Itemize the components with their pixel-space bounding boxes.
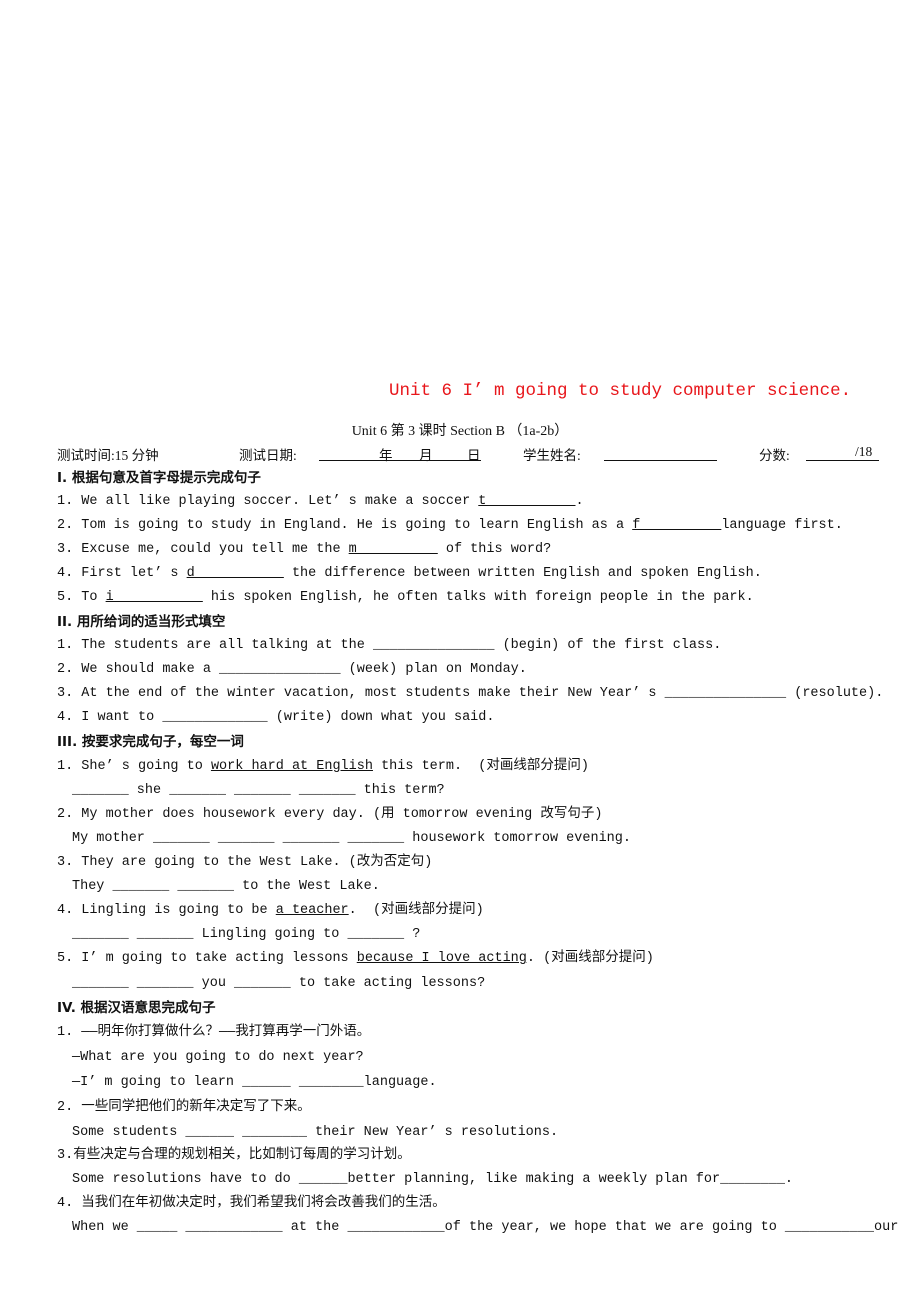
year-label: 年: [379, 448, 393, 463]
underlined-text: i: [105, 590, 203, 605]
underlined-text: because I love acting: [356, 951, 527, 966]
exercise-line: 4. I want to _____________ (write) down …: [57, 709, 494, 727]
line-text: 2. Tom is going to study in England. He …: [57, 518, 633, 533]
line-text: this term. (对画线部分提问): [372, 759, 589, 774]
line-text: —What are you going to do next year?: [72, 1050, 364, 1065]
line-text: 3. At the end of the winter vacation, mo…: [57, 686, 884, 701]
line-text: his spoken English, he often talks with …: [202, 590, 754, 605]
line-text: They _______ _______ to the West Lake.: [72, 879, 380, 894]
line-text: 4. 当我们在年初做决定时，我们希望我们将会改善我们的生活。: [57, 1196, 446, 1211]
test-date-label: 测试日期:: [239, 448, 297, 463]
line-text: . (对画线部分提问): [526, 951, 654, 966]
underlined-text: a teacher: [275, 903, 349, 918]
line-text: _______ _______ Lingling going to ______…: [72, 927, 421, 942]
line-text: My mother _______ _______ _______ ______…: [72, 831, 631, 846]
lesson-subtitle: Unit 6 第 3 课时 Section B （1a-2b）: [351, 424, 569, 439]
underlined-text: m: [348, 542, 438, 557]
exercise-line: 5. I’ m going to take acting lessons bec…: [57, 950, 654, 968]
line-text: 3.有些决定与合理的规划相关，比如制订每周的学习计划。: [57, 1148, 411, 1163]
exercise-line: 2. 一些同学把他们的新年决定写了下来。: [57, 1099, 311, 1117]
line-text: _______ she _______ _______ _______ this…: [72, 783, 445, 798]
line-text: When we _____ ____________ at the ______…: [72, 1220, 899, 1235]
exercise-line: 1. She’ s going to work hard at English …: [57, 758, 589, 776]
exercise-line: Some resolutions have to do ______better…: [72, 1171, 793, 1189]
line-text: Some students ______ ________ their New …: [72, 1125, 559, 1140]
exercise-line: When we _____ ____________ at the ______…: [72, 1219, 898, 1237]
day-label: 日: [467, 448, 481, 463]
exercise-line: 2. We should make a _______________ (wee…: [57, 661, 527, 679]
line-text: . (对画线部分提问): [348, 903, 484, 918]
exercise-line: _______ _______ Lingling going to ______…: [72, 926, 420, 944]
exercise-line: —What are you going to do next year?: [72, 1049, 364, 1067]
exercise-line: 1. ——明年你打算做什么？——我打算再学一门外语。: [57, 1024, 370, 1042]
section-heading: III. 按要求完成句子，每空一词: [57, 733, 244, 751]
line-text: Some resolutions have to do ______better…: [72, 1172, 794, 1187]
student-name-label: 学生姓名:: [523, 448, 581, 463]
line-text: 1. The students are all talking at the _…: [57, 638, 722, 653]
line-text: 3. Excuse me, could you tell me the: [57, 542, 349, 557]
exercise-line: _______ _______ you _______ to take acti…: [72, 975, 485, 993]
line-text: of this word?: [437, 542, 552, 557]
date-field[interactable]: [319, 444, 481, 465]
exercise-line: _______ she _______ _______ _______ this…: [72, 782, 445, 800]
line-text: II. 用所给词的适当形式填空: [57, 614, 226, 630]
line-text: —I’ m going to learn ______ ________lang…: [72, 1075, 437, 1090]
line-text: the difference between written English a…: [283, 566, 762, 581]
line-text: 5. To: [57, 590, 106, 605]
exercise-line: 2. My mother does housework every day. (…: [57, 806, 602, 824]
section-heading: II. 用所给词的适当形式填空: [57, 613, 225, 631]
exercise-line: They _______ _______ to the West Lake.: [72, 878, 380, 896]
line-text: III. 按要求完成句子，每空一词: [57, 734, 244, 750]
exercise-line: 3. They are going to the West Lake. (改为否…: [57, 854, 432, 872]
line-text: 1. She’ s going to: [57, 759, 211, 774]
line-text: 2. My mother does housework every day. (…: [57, 807, 603, 822]
score-label: 分数:: [759, 448, 790, 463]
underlined-text: d: [186, 566, 284, 581]
underlined-text: t: [478, 494, 576, 509]
line-text: 4. First let’ s: [57, 566, 187, 581]
exercise-line: 4. First let’ s d the difference between…: [57, 565, 762, 583]
line-text: 2. 一些同学把他们的新年决定写了下来。: [57, 1100, 311, 1115]
line-text: 4. Lingling is going to be: [57, 903, 276, 918]
line-text: .: [575, 494, 584, 509]
exercise-line: 4. 当我们在年初做决定时，我们希望我们将会改善我们的生活。: [57, 1195, 446, 1213]
exercise-line: 1. We all like playing soccer. Let’ s ma…: [57, 493, 584, 511]
exercise-line: Some students ______ ________ their New …: [72, 1124, 558, 1142]
document-title: Unit 6 I’ m going to study computer scie…: [389, 381, 852, 401]
exercise-line: 3. Excuse me, could you tell me the m of…: [57, 541, 551, 559]
section-heading: I. 根据句意及首字母提示完成句子: [57, 469, 261, 487]
underlined-text: f: [632, 518, 722, 533]
exercise-line: 4. Lingling is going to be a teacher. (对…: [57, 902, 484, 920]
line-text: 1. ——明年你打算做什么？——我打算再学一门外语。: [57, 1025, 371, 1040]
line-text: 5. I’ m going to take acting lessons: [57, 951, 357, 966]
exercise-line: 3.有些决定与合理的规划相关，比如制订每周的学习计划。: [57, 1147, 411, 1165]
line-text: language first.: [721, 518, 843, 533]
exercise-line: 1. The students are all talking at the _…: [57, 637, 721, 655]
score-total: /18: [855, 444, 873, 459]
line-text: 3. They are going to the West Lake. (改为否…: [57, 855, 433, 870]
line-text: I. 根据句意及首字母提示完成句子: [57, 470, 261, 486]
student-name-field[interactable]: [604, 444, 717, 465]
underlined-text: work hard at English: [210, 759, 373, 774]
line-text: 2. We should make a _______________ (wee…: [57, 662, 527, 677]
exercise-line: —I’ m going to learn ______ ________lang…: [72, 1074, 437, 1092]
test-time: 测试时间:15 分钟: [57, 448, 159, 463]
line-text: 4. I want to _____________ (write) down …: [57, 710, 495, 725]
exercise-line: My mother _______ _______ _______ ______…: [72, 830, 631, 848]
line-text: IV. 根据汉语意思完成句子: [57, 1000, 216, 1016]
exercise-line: 2. Tom is going to study in England. He …: [57, 517, 843, 535]
line-text: 1. We all like playing soccer. Let’ s ma…: [57, 494, 479, 509]
exercise-line: 5. To i his spoken English, he often tal…: [57, 589, 754, 607]
line-text: _______ _______ you _______ to take acti…: [72, 976, 486, 991]
exercise-line: 3. At the end of the winter vacation, mo…: [57, 685, 883, 703]
section-heading: IV. 根据汉语意思完成句子: [57, 999, 216, 1017]
month-label: 月: [419, 448, 433, 463]
